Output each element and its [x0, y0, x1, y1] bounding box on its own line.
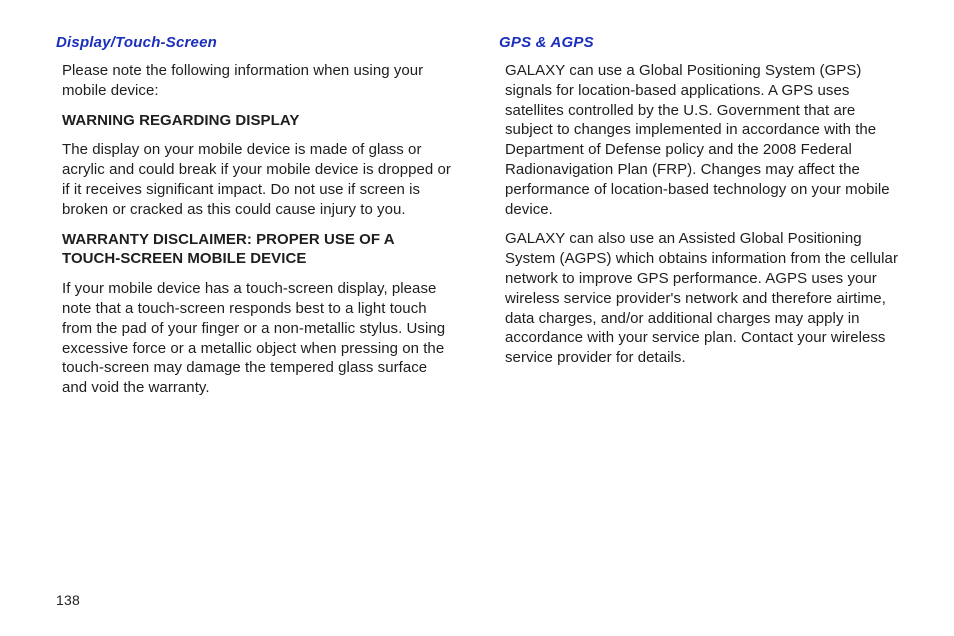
warning-body: The display on your mobile device is mad…	[62, 140, 455, 219]
warning-title: WARNING REGARDING DISPLAY	[62, 111, 455, 131]
warranty-body: If your mobile device has a touch-screen…	[62, 279, 455, 398]
left-column: Display/Touch-Screen Please note the fol…	[56, 34, 455, 612]
section-heading-gps: GPS & AGPS	[499, 34, 898, 51]
warranty-title: WARRANTY DISCLAIMER: PROPER USE OF A TOU…	[62, 230, 455, 270]
gps-paragraph-2: GALAXY can also use an Assisted Global P…	[505, 229, 898, 368]
intro-paragraph: Please note the following information wh…	[62, 61, 455, 101]
gps-paragraph-1: GALAXY can use a Global Positioning Syst…	[505, 61, 898, 219]
right-column: GPS & AGPS GALAXY can use a Global Posit…	[499, 34, 898, 612]
document-page: Display/Touch-Screen Please note the fol…	[0, 0, 954, 636]
page-number: 138	[56, 592, 80, 608]
section-heading-display: Display/Touch-Screen	[56, 34, 455, 51]
